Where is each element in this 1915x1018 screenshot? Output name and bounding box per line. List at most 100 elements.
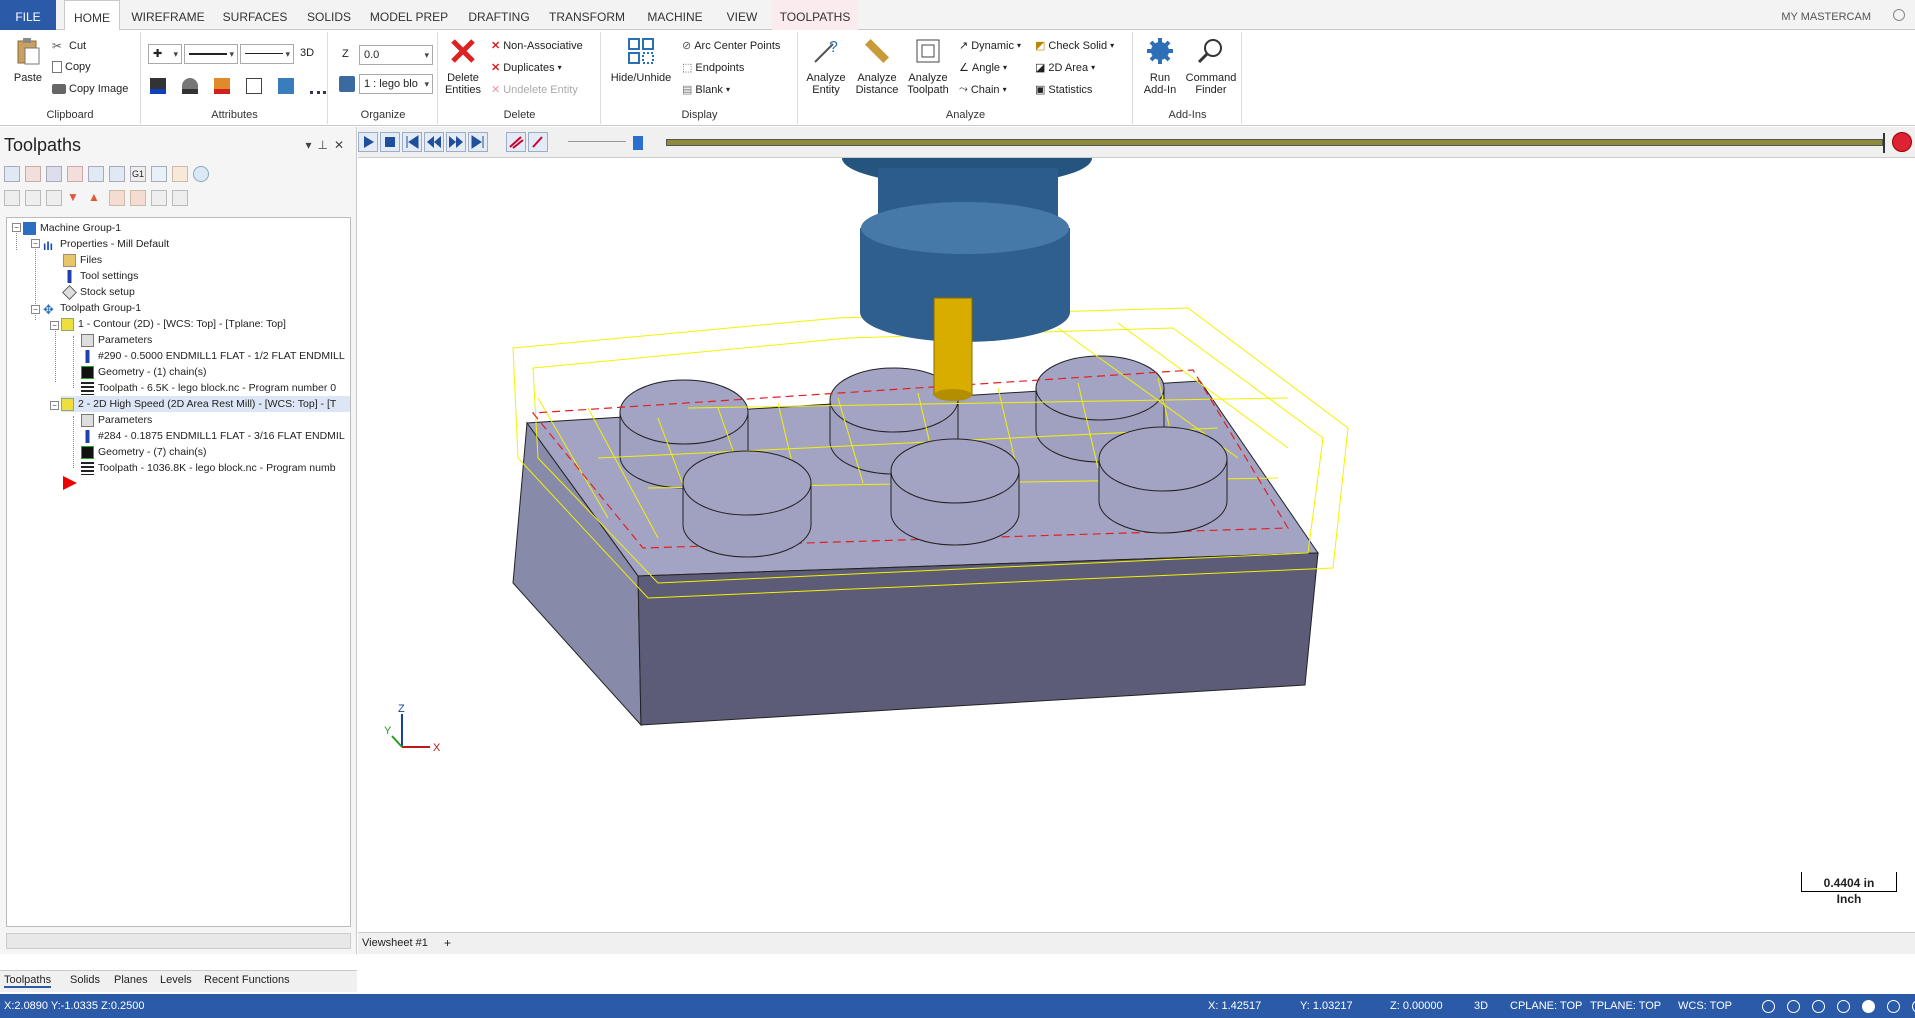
trace-mode-button[interactable] (506, 132, 526, 152)
y-coordinate[interactable]: Y: 1.03217 (1300, 1000, 1353, 1012)
help-icon[interactable] (193, 166, 209, 182)
endpoints-button[interactable]: ⬚ Endpoints (682, 61, 744, 75)
arc-center-points-button[interactable]: ⊘ Arc Center Points (682, 39, 780, 53)
g1-icon[interactable]: G1 (130, 166, 146, 182)
deselect-icon[interactable] (25, 166, 41, 182)
tab-wireframe[interactable]: WIREFRAME (130, 0, 206, 30)
analyze-toolpath-button[interactable]: Analyze Toolpath (903, 36, 953, 96)
toggle-display-icon[interactable] (25, 190, 41, 206)
tree-node-geometry[interactable]: Geometry - (7) chain(s) (81, 444, 207, 460)
collapse-toggle[interactable]: − (12, 223, 21, 232)
cplane-status[interactable]: CPLANE: TOP (1510, 1000, 1582, 1012)
tool-display-button[interactable] (528, 132, 548, 152)
tplane-status[interactable]: TPLANE: TOP (1590, 1000, 1661, 1012)
duplicates-button[interactable]: ✕ Duplicates ▾ (491, 61, 562, 75)
post-icon[interactable] (151, 166, 167, 182)
add-viewsheet-icon[interactable]: + (444, 936, 451, 950)
tree-node-stock-setup[interactable]: Stock setup (62, 284, 135, 300)
non-associative-button[interactable]: ✕ Non-Associative (491, 39, 583, 53)
run-addin-button[interactable]: Run Add-In (1138, 36, 1182, 96)
backplot-progress-bar[interactable] (666, 139, 1883, 146)
x-coordinate[interactable]: X: 1.42517 (1208, 1000, 1261, 1012)
command-finder-button[interactable]: Command Finder (1184, 36, 1238, 96)
wireframe-icon[interactable] (1887, 1000, 1900, 1013)
dynamic-button[interactable]: ↗ Dynamic ▾ (959, 39, 1021, 53)
tab-toolpaths-manager[interactable]: Toolpaths (4, 974, 52, 988)
verify-icon[interactable] (109, 166, 125, 182)
regenerate-dirty-icon[interactable] (67, 166, 83, 182)
my-mastercam-link[interactable]: MY MASTERCAM (1781, 0, 1871, 34)
analyze-distance-button[interactable]: Analyze Distance (851, 36, 903, 96)
clear-color-icon[interactable] (310, 78, 326, 94)
speed-slider-thumb[interactable] (633, 136, 643, 150)
wireframe-color-icon[interactable] (150, 78, 166, 94)
stop-conditions-icon[interactable] (1892, 132, 1912, 152)
step-back-button[interactable] (424, 132, 444, 152)
move-down-icon[interactable]: ▼ (67, 190, 83, 206)
copy-image-button[interactable]: Copy Image (52, 83, 128, 95)
tree-node-files[interactable]: Files (63, 252, 102, 268)
move-up-icon[interactable]: ▲ (88, 190, 104, 206)
help-icon[interactable] (1893, 9, 1905, 21)
collapse-toggle[interactable]: − (31, 239, 40, 248)
tree-horizontal-scrollbar[interactable] (6, 933, 351, 949)
tab-toolpaths[interactable]: TOOLPATHS (772, 0, 858, 30)
statistics-button[interactable]: ▣ Statistics (1035, 83, 1092, 97)
select-all-icon[interactable] (4, 166, 20, 182)
scroll-icon[interactable] (130, 190, 146, 206)
play-button[interactable] (358, 132, 378, 152)
go-end-button[interactable] (468, 132, 488, 152)
tree-node-parameters[interactable]: Parameters (81, 412, 152, 428)
paste-button[interactable]: Paste (8, 36, 48, 84)
z-coordinate[interactable]: Z: 0.00000 (1390, 1000, 1443, 1012)
collapse-toggle[interactable]: − (31, 305, 40, 314)
chain-button[interactable]: ⤳ Chain ▾ (959, 83, 1007, 96)
tab-recent-functions[interactable]: Recent Functions (204, 974, 290, 986)
tab-model-prep[interactable]: MODEL PREP (364, 0, 454, 30)
tab-transform[interactable]: TRANSFORM (544, 0, 630, 30)
toolpath-filter-icon[interactable] (172, 190, 188, 206)
stop-button[interactable] (380, 132, 400, 152)
point-style-select[interactable]: ✚ (148, 44, 182, 64)
graphics-viewport[interactable]: Z X Y 0.4404 in Inch Viewsheet #1 + (358, 127, 1915, 954)
cut-button[interactable]: ✂ Cut (52, 39, 86, 53)
copy-button[interactable]: Copy (52, 61, 91, 73)
regenerate-icon[interactable] (46, 166, 62, 182)
point-snap-icon[interactable] (246, 78, 262, 94)
line-width-select[interactable] (240, 44, 294, 64)
lock-icon[interactable] (4, 190, 20, 206)
dropdown-icon[interactable]: ▾ (305, 138, 317, 152)
tree-node-toolpath[interactable]: Toolpath - 1036.8K - lego block.nc - Pro… (81, 460, 336, 476)
tab-solids[interactable]: SOLIDS (302, 0, 356, 30)
level-select[interactable]: 1 : lego blo (359, 74, 433, 94)
tree-node-operation-2[interactable]: 2 - 2D High Speed (2D Area Rest Mill) - … (61, 396, 350, 412)
set-all-icon[interactable] (278, 78, 294, 94)
mode-3d-status[interactable]: 3D (1474, 1000, 1488, 1012)
single-display-icon[interactable] (151, 190, 167, 206)
tree-node-geometry[interactable]: Geometry - (1) chain(s) (81, 364, 207, 380)
tab-drafting[interactable]: DRAFTING (462, 0, 536, 30)
check-solid-button[interactable]: ◩ Check Solid ▾ (1035, 39, 1114, 53)
tab-home[interactable]: HOME (64, 0, 120, 31)
pin-icon[interactable]: ⊥ (317, 138, 333, 152)
tab-solids-manager[interactable]: Solids (70, 974, 100, 986)
angle-button[interactable]: ∠ Angle ▾ (959, 61, 1007, 75)
tab-machine[interactable]: MACHINE (640, 0, 710, 30)
tree-node-tool[interactable]: #290 - 0.5000 ENDMILL1 FLAT - 1/2 FLAT E… (81, 348, 345, 364)
tab-file[interactable]: FILE (0, 0, 56, 30)
blank-button[interactable]: ▤ Blank ▾ (682, 83, 730, 97)
tree-node-tool[interactable]: #284 - 0.1875 ENDMILL1 FLAT - 3/16 FLAT … (81, 428, 345, 444)
tree-node-machine-group[interactable]: Machine Group-1 (23, 220, 121, 236)
surface-color-icon[interactable] (214, 78, 230, 94)
tab-surfaces[interactable]: SURFACES (214, 0, 296, 30)
2d-area-button[interactable]: ◪ 2D Area ▾ (1035, 61, 1095, 75)
wcs-status[interactable]: WCS: TOP (1678, 1000, 1732, 1012)
backplot-icon[interactable] (88, 166, 104, 182)
tab-levels-manager[interactable]: Levels (160, 974, 192, 986)
tree-node-toolpath-group[interactable]: ✥ Toolpath Group-1 (43, 300, 141, 317)
go-start-button[interactable] (402, 132, 422, 152)
mode-3d-toggle[interactable]: 3D (300, 47, 314, 59)
view-icon[interactable] (1812, 1000, 1825, 1013)
undelete-entity-button[interactable]: ✕ Undelete Entity (491, 83, 578, 97)
speed-slider-track[interactable] (568, 141, 626, 142)
